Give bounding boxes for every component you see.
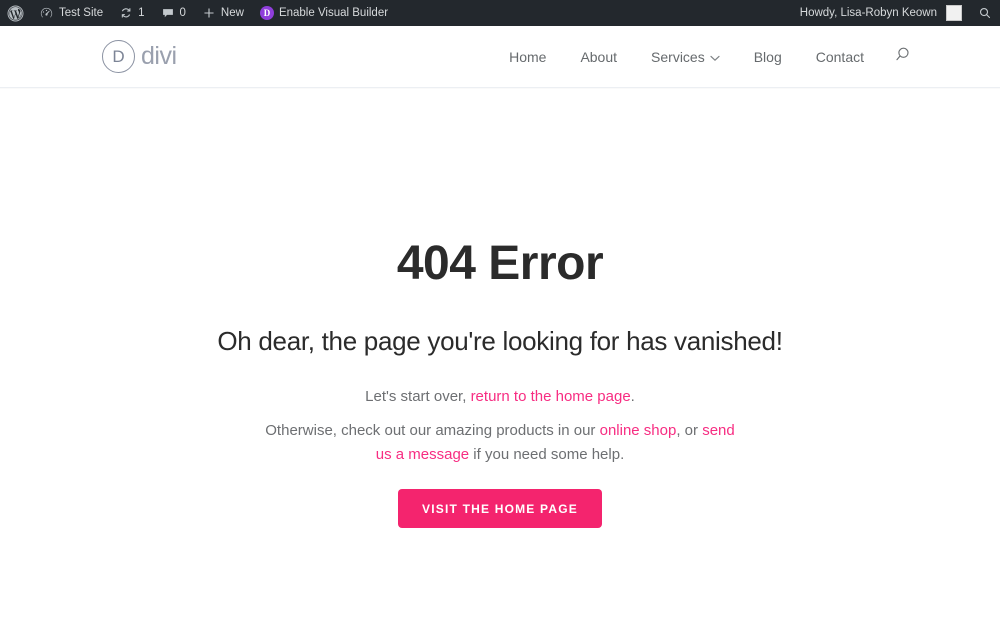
search-icon xyxy=(978,6,992,20)
wp-logo-button[interactable] xyxy=(0,0,31,26)
nav-label-home: Home xyxy=(509,48,547,65)
paragraph-2-after: if you need some help. xyxy=(469,446,625,464)
wp-admin-bar: Test Site 1 0 New D Enable Visual Builde… xyxy=(0,0,1000,26)
my-account-button[interactable]: Howdy, Lisa-Robyn Keown xyxy=(792,0,970,26)
nav-item-about[interactable]: About xyxy=(563,49,634,65)
chevron-down-icon xyxy=(710,49,720,65)
nav-item-contact[interactable]: Contact xyxy=(799,49,881,65)
comments-button[interactable]: 0 xyxy=(153,0,194,26)
nav-item-services[interactable]: Services xyxy=(634,49,737,65)
enable-visual-builder-label: Enable Visual Builder xyxy=(278,7,389,19)
main-content: 404 Error Oh dear, the page you're looki… xyxy=(0,88,1000,529)
site-name-label: Test Site xyxy=(59,7,104,19)
dashboard-icon xyxy=(39,6,54,21)
page-title: 404 Error xyxy=(396,237,604,290)
link-online-shop[interactable]: online shop xyxy=(600,422,677,439)
nav-item-home[interactable]: Home xyxy=(492,49,563,65)
paragraph-2-middle: , or xyxy=(676,421,703,439)
enable-visual-builder-button[interactable]: D Enable Visual Builder xyxy=(252,0,396,26)
wordpress-icon xyxy=(7,5,24,22)
nav-label-services: Services xyxy=(651,48,705,65)
updates-count: 1 xyxy=(138,7,145,19)
nav-label-blog: Blog xyxy=(753,48,782,65)
divi-d-icon: D xyxy=(259,6,274,20)
plus-icon xyxy=(202,6,216,20)
nav-item-blog[interactable]: Blog xyxy=(737,49,799,65)
main-navigation: Home About Services Blog Contact xyxy=(492,45,912,69)
comment-bubble-icon xyxy=(161,6,175,20)
paragraph-2-before: Otherwise, check out our amazing product… xyxy=(265,421,600,439)
header-search-button[interactable] xyxy=(881,45,912,69)
divi-logo-mark: D xyxy=(102,40,135,73)
site-header: D divi Home About Services Blog Contact xyxy=(0,26,1000,88)
visit-home-page-button[interactable]: VISIT THE HOME PAGE xyxy=(398,489,602,529)
paragraph-1-after: . xyxy=(630,387,635,405)
paragraph-start-over: Let's start over, return to the home pag… xyxy=(250,385,750,409)
admin-bar-search-button[interactable] xyxy=(970,0,1000,26)
new-content-button[interactable]: New xyxy=(194,0,252,26)
avatar xyxy=(946,5,962,21)
nav-label-contact: Contact xyxy=(815,48,864,65)
updates-icon xyxy=(119,6,133,20)
admin-bar-right-group: Howdy, Lisa-Robyn Keown xyxy=(792,0,1000,26)
site-name-button[interactable]: Test Site xyxy=(31,0,111,26)
search-icon xyxy=(893,45,912,69)
comments-count: 0 xyxy=(179,7,186,19)
site-logo[interactable]: D divi xyxy=(102,40,177,73)
divi-logo-wordmark: divi xyxy=(141,42,177,70)
admin-bar-left-group: Test Site 1 0 New D Enable Visual Builde… xyxy=(0,0,396,26)
error-subtitle: Oh dear, the page you're looking for has… xyxy=(217,325,783,356)
nav-label-about: About xyxy=(580,48,618,65)
updates-button[interactable]: 1 xyxy=(111,0,152,26)
link-return-home[interactable]: return to the home page xyxy=(471,388,631,405)
paragraph-otherwise: Otherwise, check out our amazing product… xyxy=(260,419,740,468)
howdy-label: Howdy, Lisa-Robyn Keown xyxy=(799,7,937,19)
new-content-label: New xyxy=(220,7,244,19)
paragraph-1-before: Let's start over, xyxy=(365,387,471,405)
